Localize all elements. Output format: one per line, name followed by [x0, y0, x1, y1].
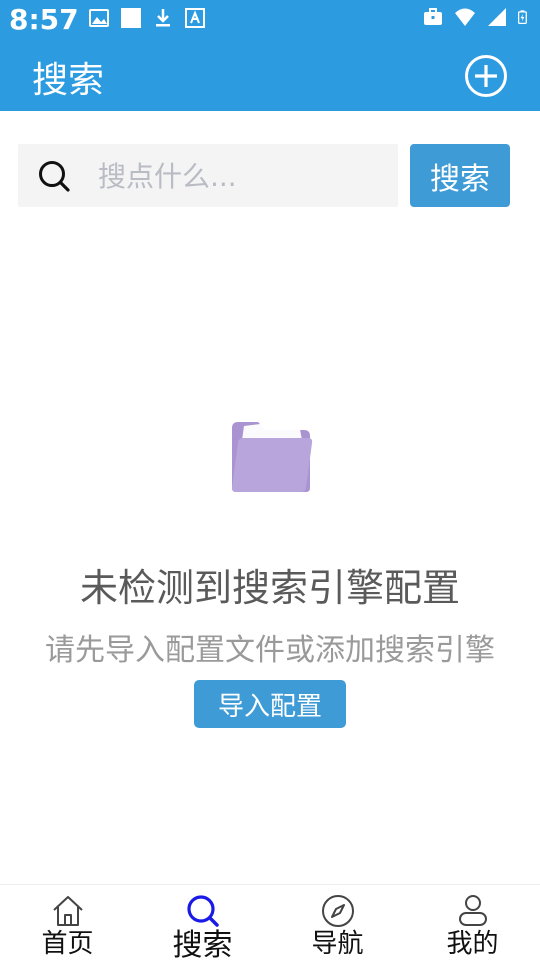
nav-item-profile[interactable]: 我的 [405, 885, 540, 960]
download-icon [156, 9, 170, 27]
status-time: 8:57 [9, 3, 79, 36]
nav-item-home[interactable]: 首页 [0, 885, 135, 960]
page-title: 搜索 [32, 60, 105, 101]
app-bar: 搜索 [0, 38, 540, 111]
status-notification-icons [88, 7, 206, 29]
battery-charging-icon [518, 10, 527, 24]
nav-label-home: 首页 [41, 929, 94, 959]
status-system-icons [422, 6, 532, 28]
search-icon [39, 161, 70, 192]
font-app-icon [185, 8, 205, 28]
add-circle-icon[interactable] [464, 54, 508, 98]
empty-state-subtitle: 请先导入配置文件或添加搜索引擎 [45, 633, 495, 668]
status-bar: 8:57 [0, 0, 540, 38]
search-box [18, 144, 398, 207]
import-config-button[interactable]: 导入配置 [194, 680, 346, 728]
empty-state-title: 未检测到搜索引擎配置 [79, 566, 460, 610]
nav-label-navigation: 导航 [311, 929, 364, 959]
bottom-nav: 首页 搜索 导航 我的 [0, 884, 540, 960]
briefcase-icon [424, 8, 442, 25]
nav-item-search[interactable]: 搜索 [135, 885, 270, 960]
signal-icon [488, 8, 506, 26]
wifi-icon [455, 8, 475, 26]
nav-label-profile: 我的 [446, 929, 499, 959]
nav-label-search: 搜索 [172, 928, 233, 960]
search-input[interactable] [98, 154, 388, 198]
blank-notification-icon [121, 8, 141, 28]
nav-item-navigation[interactable]: 导航 [270, 885, 405, 960]
search-button[interactable]: 搜索 [410, 144, 510, 207]
image-notification-icon [89, 9, 109, 27]
folder-icon [232, 420, 313, 492]
